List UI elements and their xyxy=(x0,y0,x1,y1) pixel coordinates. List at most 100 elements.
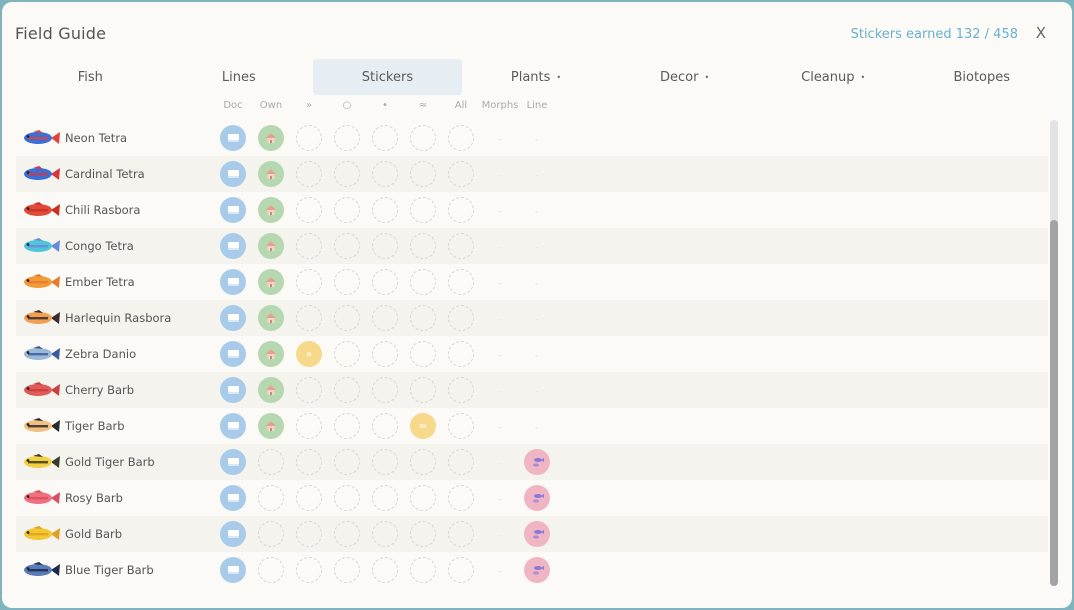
doc-sticker[interactable] xyxy=(220,557,246,583)
empty-sticker-slot[interactable] xyxy=(372,557,398,583)
own-sticker[interactable] xyxy=(258,341,284,367)
empty-sticker-slot[interactable] xyxy=(296,413,322,439)
empty-sticker-slot[interactable] xyxy=(296,125,322,151)
empty-sticker-slot[interactable] xyxy=(372,413,398,439)
line-sticker[interactable] xyxy=(524,485,550,511)
empty-sticker-slot[interactable] xyxy=(372,305,398,331)
doc-sticker[interactable] xyxy=(220,485,246,511)
empty-sticker-slot[interactable] xyxy=(334,341,360,367)
own-sticker[interactable] xyxy=(258,161,284,187)
line-sticker[interactable] xyxy=(524,521,550,547)
empty-sticker-slot[interactable] xyxy=(372,233,398,259)
own-sticker[interactable] xyxy=(258,377,284,403)
empty-sticker-slot[interactable] xyxy=(258,521,284,547)
empty-sticker-slot[interactable] xyxy=(448,233,474,259)
doc-sticker[interactable] xyxy=(220,521,246,547)
doc-sticker[interactable] xyxy=(220,161,246,187)
empty-sticker-slot[interactable] xyxy=(448,305,474,331)
empty-sticker-slot[interactable] xyxy=(258,557,284,583)
empty-sticker-slot[interactable] xyxy=(372,449,398,475)
doc-sticker[interactable] xyxy=(220,233,246,259)
empty-sticker-slot[interactable] xyxy=(296,521,322,547)
empty-sticker-slot[interactable] xyxy=(410,197,436,223)
empty-sticker-slot[interactable] xyxy=(448,197,474,223)
tab-decor[interactable]: Decor • xyxy=(610,59,759,95)
empty-sticker-slot[interactable] xyxy=(334,449,360,475)
empty-sticker-slot[interactable] xyxy=(296,557,322,583)
doc-sticker[interactable] xyxy=(220,305,246,331)
empty-sticker-slot[interactable] xyxy=(334,557,360,583)
doc-sticker[interactable] xyxy=(220,449,246,475)
scrollbar-thumb[interactable] xyxy=(1050,220,1058,586)
empty-sticker-slot[interactable] xyxy=(448,485,474,511)
empty-sticker-slot[interactable] xyxy=(372,485,398,511)
empty-sticker-slot[interactable] xyxy=(296,377,322,403)
own-sticker[interactable] xyxy=(258,125,284,151)
tab-biotopes[interactable]: Biotopes xyxy=(907,59,1056,95)
empty-sticker-slot[interactable] xyxy=(334,161,360,187)
empty-sticker-slot[interactable] xyxy=(448,125,474,151)
empty-sticker-slot[interactable] xyxy=(372,125,398,151)
empty-sticker-slot[interactable] xyxy=(410,485,436,511)
empty-sticker-slot[interactable] xyxy=(296,305,322,331)
doc-sticker[interactable] xyxy=(220,269,246,295)
empty-sticker-slot[interactable] xyxy=(372,269,398,295)
own-sticker[interactable] xyxy=(258,413,284,439)
empty-sticker-slot[interactable] xyxy=(410,161,436,187)
empty-sticker-slot[interactable] xyxy=(334,233,360,259)
empty-sticker-slot[interactable] xyxy=(410,269,436,295)
empty-sticker-slot[interactable] xyxy=(410,449,436,475)
empty-sticker-slot[interactable] xyxy=(410,233,436,259)
empty-sticker-slot[interactable] xyxy=(296,269,322,295)
doc-sticker[interactable] xyxy=(220,413,246,439)
empty-sticker-slot[interactable] xyxy=(410,377,436,403)
empty-sticker-slot[interactable] xyxy=(334,413,360,439)
line-sticker[interactable] xyxy=(524,557,550,583)
empty-sticker-slot[interactable] xyxy=(296,485,322,511)
empty-sticker-slot[interactable] xyxy=(296,449,322,475)
empty-sticker-slot[interactable] xyxy=(448,377,474,403)
empty-sticker-slot[interactable] xyxy=(372,341,398,367)
doc-sticker[interactable] xyxy=(220,341,246,367)
empty-sticker-slot[interactable] xyxy=(410,341,436,367)
empty-sticker-slot[interactable] xyxy=(410,521,436,547)
empty-sticker-slot[interactable] xyxy=(372,377,398,403)
own-sticker[interactable] xyxy=(258,233,284,259)
doc-sticker[interactable] xyxy=(220,197,246,223)
empty-sticker-slot[interactable] xyxy=(258,449,284,475)
empty-sticker-slot[interactable] xyxy=(410,557,436,583)
empty-sticker-slot[interactable] xyxy=(448,521,474,547)
empty-sticker-slot[interactable] xyxy=(334,485,360,511)
line-sticker[interactable] xyxy=(524,449,550,475)
empty-sticker-slot[interactable] xyxy=(334,377,360,403)
empty-sticker-slot[interactable] xyxy=(334,197,360,223)
earned-sticker[interactable]: » xyxy=(296,341,322,367)
tab-fish[interactable]: Fish xyxy=(16,59,165,95)
scrollbar[interactable] xyxy=(1050,120,1058,586)
empty-sticker-slot[interactable] xyxy=(448,341,474,367)
empty-sticker-slot[interactable] xyxy=(448,413,474,439)
empty-sticker-slot[interactable] xyxy=(334,269,360,295)
empty-sticker-slot[interactable] xyxy=(448,449,474,475)
empty-sticker-slot[interactable] xyxy=(448,161,474,187)
empty-sticker-slot[interactable] xyxy=(334,521,360,547)
close-button[interactable]: X xyxy=(1036,24,1046,42)
empty-sticker-slot[interactable] xyxy=(334,125,360,151)
earned-sticker[interactable]: ≈ xyxy=(410,413,436,439)
empty-sticker-slot[interactable] xyxy=(296,197,322,223)
empty-sticker-slot[interactable] xyxy=(334,305,360,331)
empty-sticker-slot[interactable] xyxy=(372,197,398,223)
empty-sticker-slot[interactable] xyxy=(410,305,436,331)
empty-sticker-slot[interactable] xyxy=(448,269,474,295)
empty-sticker-slot[interactable] xyxy=(296,161,322,187)
empty-sticker-slot[interactable] xyxy=(410,125,436,151)
tab-stickers[interactable]: Stickers xyxy=(313,59,462,95)
tab-lines[interactable]: Lines xyxy=(165,59,314,95)
empty-sticker-slot[interactable] xyxy=(372,521,398,547)
own-sticker[interactable] xyxy=(258,269,284,295)
doc-sticker[interactable] xyxy=(220,377,246,403)
own-sticker[interactable] xyxy=(258,197,284,223)
doc-sticker[interactable] xyxy=(220,125,246,151)
own-sticker[interactable] xyxy=(258,305,284,331)
tab-plants[interactable]: Plants • xyxy=(462,59,611,95)
